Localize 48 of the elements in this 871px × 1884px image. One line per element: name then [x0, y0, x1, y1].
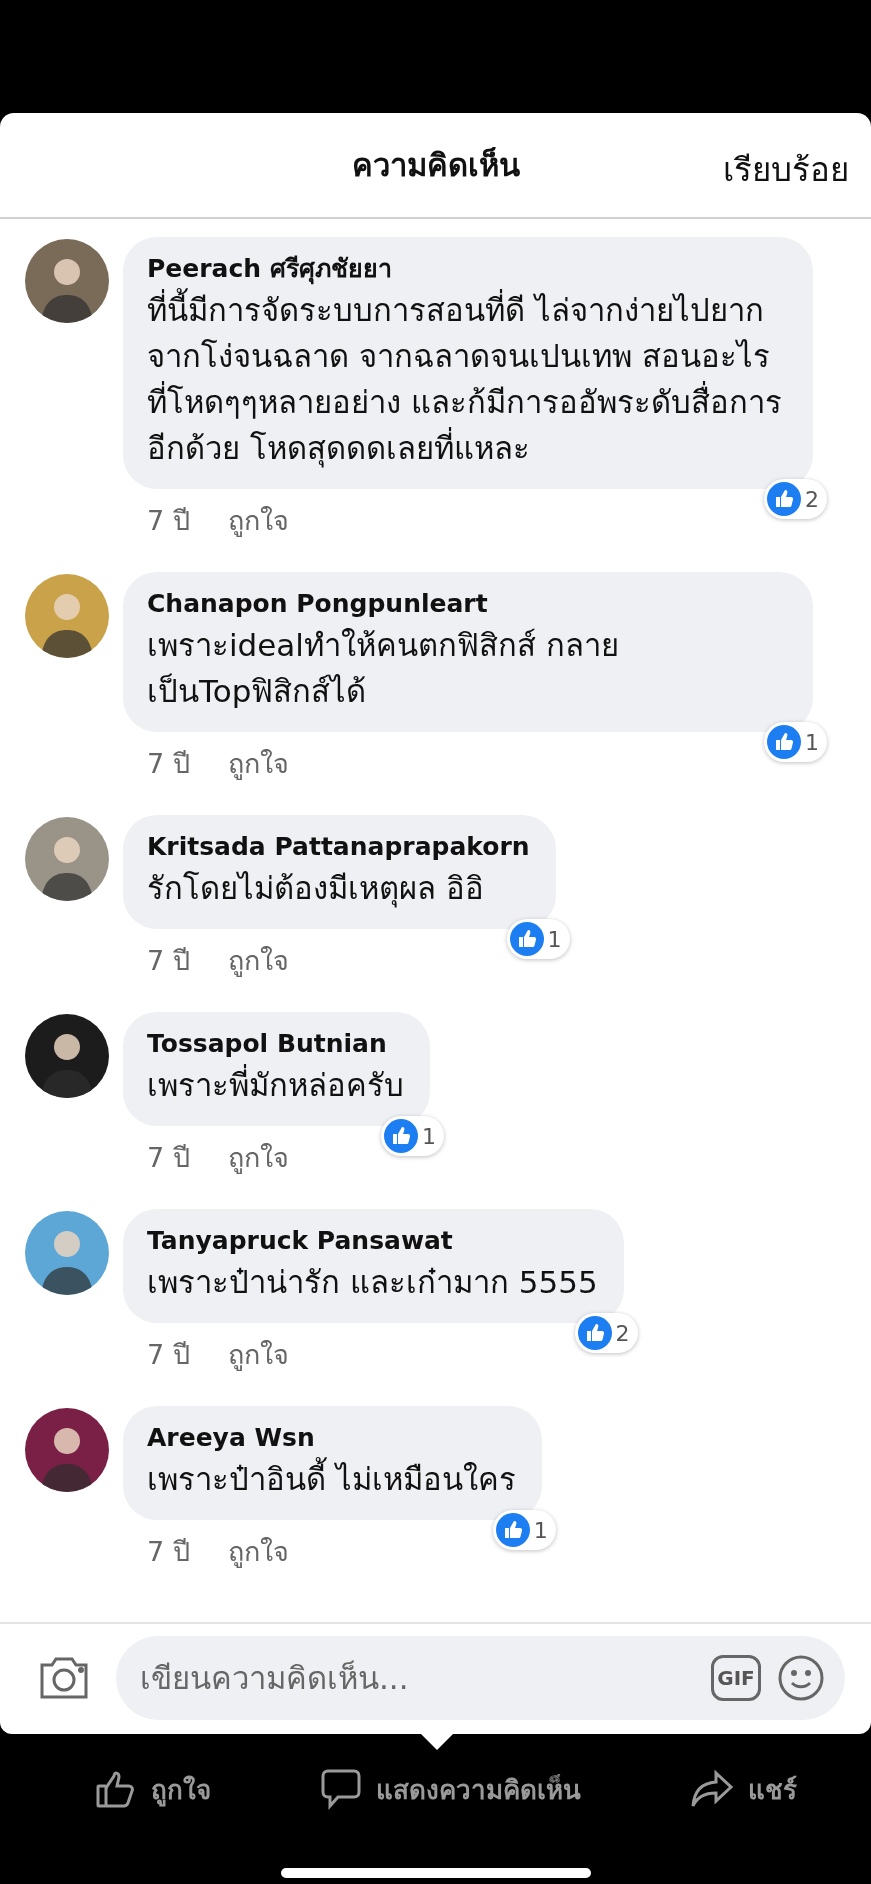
comment-text: เพราะพี่มักหล่อครับ — [147, 1062, 404, 1108]
like-reaction-icon — [577, 1316, 612, 1350]
comment-time: 7 ปี — [147, 944, 190, 978]
like-link[interactable]: ถูกใจ — [227, 742, 289, 785]
like-reaction-icon — [384, 1119, 418, 1153]
commenter-name: Kritsada Pattanaprapakorn — [147, 831, 530, 863]
comment-time: 7 ปี — [147, 747, 190, 781]
comment-text: เพราะป๋าน่ารัก และเก๋ามาก 5555 — [147, 1263, 598, 1302]
like-link[interactable]: ถูกใจ — [227, 1333, 289, 1376]
commenter-name: Tossapol Butnian — [147, 1028, 388, 1060]
action-button[interactable]: ถูกใจ — [90, 1764, 215, 1814]
emoji-icon[interactable] — [777, 1654, 825, 1702]
like-link[interactable]: ถูกใจ — [227, 1530, 289, 1573]
comment-time: 7 ปี — [147, 504, 190, 538]
comment-time: 7 ปี — [147, 1141, 190, 1175]
share-arrow-icon — [689, 1769, 734, 1809]
like-reaction-icon — [509, 922, 544, 956]
comment-input[interactable]: เขียนความคิดเห็น... GIF — [116, 1636, 845, 1720]
reaction-count: 1 — [533, 1517, 548, 1543]
done-button[interactable]: เรียบร้อย — [723, 137, 849, 202]
comment-text: เพราะป๋าอินดี้ ไม่เหมือนใคร — [147, 1456, 516, 1502]
comment-text: ที่นี้มีการจัดระบบการสอนที่ดี ไล่จากง่ายไปยาก จากโง่จนฉลาด จากฉลาดจนเปนเทพ สอนอะไรที่โหดๆๆหลายอย่าง และก้มีการออัพระดับสื่อการอีกด้วย โหดสุดดดเลยที่แหละ — [147, 287, 787, 471]
speech-bubble-icon — [319, 1768, 362, 1810]
reaction-count: 1 — [422, 1123, 436, 1149]
like-reaction-icon — [767, 725, 801, 759]
like-link[interactable]: ถูกใจ — [227, 499, 289, 542]
like-link[interactable]: ถูกใจ — [227, 939, 289, 982]
comment-time: 7 ปี — [147, 1535, 190, 1569]
commenter-name: Chanapon Pongpunleart — [147, 588, 489, 620]
action-button[interactable]: แชร์ — [685, 1764, 801, 1814]
panel-title: ความคิดเห็น — [351, 146, 520, 185]
commenter-name: Peerach ศรีศุภชัยยา — [147, 253, 393, 287]
commenter-name: Tanyapruck Pansawat — [147, 1225, 454, 1257]
comment-text: เพราะidealทำให้คนตกฟิสิกส์ กลายเป็นTopฟิสิกส์ได้ — [147, 626, 620, 711]
like-reaction-icon — [495, 1513, 530, 1547]
camera-icon[interactable] — [38, 1655, 90, 1701]
like-reaction-icon — [767, 482, 801, 516]
commenter-name: Areeya Wsn — [147, 1422, 316, 1454]
reaction-count: 1 — [805, 729, 819, 755]
comment-time: 7 ปี — [147, 1338, 190, 1372]
reaction-count: 2 — [615, 1320, 630, 1346]
comment-text: รักโดยไม่ต้องมีเหตุผล อิอิ — [147, 869, 485, 910]
reaction-count: 2 — [805, 486, 819, 512]
like-link[interactable]: ถูกใจ — [227, 1136, 289, 1179]
gif-button[interactable]: GIF — [711, 1655, 761, 1701]
thumbs-up-icon — [94, 1769, 137, 1809]
action-button[interactable]: แสดงความคิดเห็น — [315, 1764, 585, 1814]
reaction-count: 1 — [547, 926, 562, 952]
